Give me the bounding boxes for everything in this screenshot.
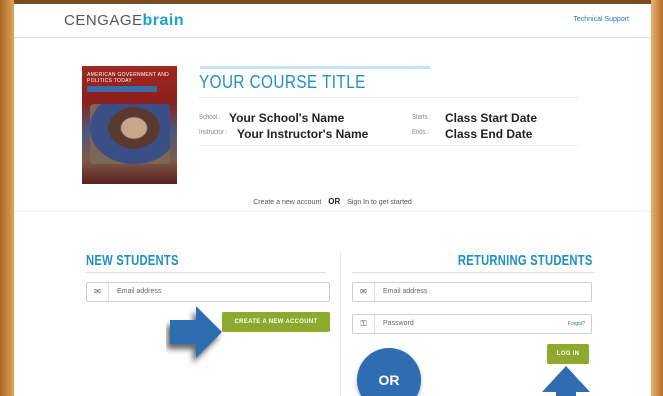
returning-email-field[interactable]: ✉ Email address — [352, 282, 592, 302]
new-students-rule — [86, 272, 326, 273]
book-cover-photo — [90, 104, 170, 164]
section-divider — [14, 211, 651, 212]
create-account-button[interactable]: CREATE A NEW ACCOUNT — [222, 312, 330, 332]
course-title: YOUR COURSE TITLE — [199, 72, 366, 92]
top-bar: CENGAGEbrain Technical Support — [14, 4, 651, 38]
returning-email-placeholder: Email address — [383, 288, 428, 295]
cengagebrain-logo[interactable]: CENGAGEbrain — [64, 12, 184, 30]
book-cover-band — [87, 86, 157, 92]
forgot-password-link[interactable]: Forgot? — [568, 321, 585, 327]
returning-students-heading: RETURNING STUDENTS — [458, 252, 593, 269]
frame-right — [651, 0, 663, 396]
starts-value: Class Start Date — [445, 111, 538, 125]
instructor-value: Your Instructor's Name — [237, 127, 369, 141]
returning-students-rule — [352, 272, 594, 273]
title-divider — [199, 97, 579, 98]
ends-label: Ends : — [412, 129, 429, 136]
technical-support-link[interactable]: Technical Support — [573, 16, 629, 23]
ghost-title-line — [200, 66, 430, 70]
page: CENGAGEbrain Technical Support AMERICAN … — [14, 4, 651, 396]
new-email-placeholder: Email address — [117, 288, 162, 295]
prompt-or: OR — [328, 197, 341, 206]
or-badge: OR — [357, 348, 421, 396]
create-account-text[interactable]: Create a new account — [253, 199, 321, 206]
password-field[interactable]: ⚿ Password Forgot? — [352, 314, 592, 334]
frame-left — [0, 0, 14, 396]
column-split — [340, 252, 341, 396]
book-cover-image: AMERICAN GOVERNMENT AND POLITICS TODAY — [82, 66, 177, 184]
logo-brain: brain — [142, 12, 185, 29]
meta-divider — [199, 145, 579, 146]
school-label: School : — [199, 114, 221, 121]
starts-label: Starts : — [412, 114, 431, 121]
envelope-icon: ✉ — [353, 283, 375, 301]
new-students-heading: NEW STUDENTS — [86, 252, 179, 269]
arrow-right-icon — [170, 306, 222, 358]
course-card: AMERICAN GOVERNMENT AND POLITICS TODAY Y… — [82, 66, 582, 184]
sign-in-text[interactable]: Sign In to get started — [347, 199, 412, 206]
new-email-field[interactable]: ✉ Email address — [86, 282, 330, 302]
school-value: Your School's Name — [229, 111, 345, 125]
envelope-icon: ✉ — [87, 283, 109, 301]
key-icon: ⚿ — [353, 315, 375, 333]
arrow-up-icon — [542, 366, 590, 396]
password-placeholder: Password — [383, 320, 414, 327]
instructor-label: Instructor : — [199, 129, 228, 136]
ends-value: Class End Date — [445, 127, 533, 141]
book-cover-title: AMERICAN GOVERNMENT AND POLITICS TODAY — [87, 72, 170, 84]
log-in-button[interactable]: LOG IN — [547, 344, 589, 364]
account-prompt: Create a new account OR Sign In to get s… — [14, 197, 651, 206]
logo-cengage: CENGAGE — [64, 12, 143, 29]
